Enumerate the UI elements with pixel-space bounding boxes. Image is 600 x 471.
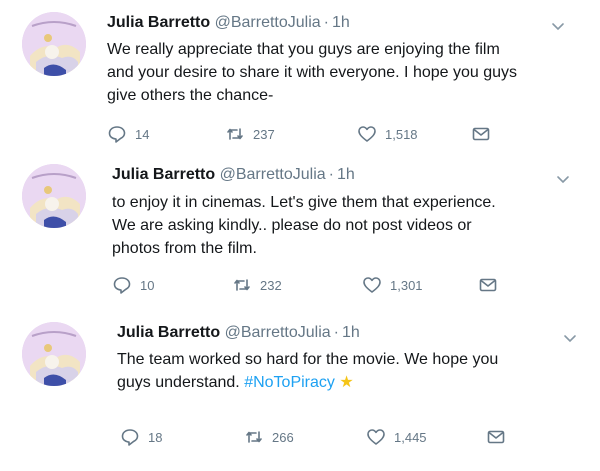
tweet-text: The team worked so hard for the movie. W… <box>117 348 567 394</box>
like-icon <box>366 427 394 447</box>
separator: · <box>323 14 329 31</box>
tweet-header: Julia Barretto @BarrettoJulia · 1h <box>107 14 350 32</box>
reply-icon <box>107 124 135 144</box>
retweet-button[interactable]: 237 <box>225 124 275 144</box>
tweet-actions: 14 237 1,518 <box>107 124 507 146</box>
tweet-text-line: give others the chance- <box>107 87 274 104</box>
tweet-text-line: We are asking kindly.. please do not pos… <box>112 217 472 234</box>
direct-message-icon <box>471 124 491 144</box>
tweet-header: Julia Barretto @BarrettoJulia · 1h <box>112 166 355 184</box>
like-count: 1,445 <box>394 429 427 445</box>
retweet-count: 237 <box>253 126 275 142</box>
tweet-3[interactable]: Julia Barretto @BarrettoJulia · 1h The tea… <box>0 312 600 471</box>
tweet-text-line: The team worked so hard for the movie. W… <box>117 351 499 368</box>
direct-message-button[interactable] <box>486 427 506 447</box>
reply-count: 18 <box>148 429 163 445</box>
reply-button[interactable]: 10 <box>112 275 154 295</box>
author-handle[interactable]: @BarrettoJulia <box>215 14 321 31</box>
tweet-header: Julia Barretto @BarrettoJulia · 1h <box>117 324 360 342</box>
avatar[interactable] <box>22 164 86 228</box>
chevron-down-icon[interactable] <box>555 171 571 187</box>
author-handle[interactable]: @BarrettoJulia <box>220 166 326 183</box>
author-name[interactable]: Julia Barretto <box>112 166 215 183</box>
reply-count: 10 <box>140 277 155 293</box>
retweet-count: 232 <box>260 277 282 293</box>
separator: · <box>328 166 334 183</box>
retweet-icon <box>244 427 272 447</box>
like-count: 1,518 <box>385 126 418 142</box>
star-emoji: ★ <box>339 374 354 391</box>
timestamp[interactable]: 1h <box>332 14 350 31</box>
like-button[interactable]: 1,445 <box>366 427 427 447</box>
direct-message-icon <box>478 275 498 295</box>
tweet-text-line: to enjoy it in cinemas. Let's give them … <box>112 194 496 211</box>
tweet-actions: 18 266 1,445 <box>120 427 520 449</box>
author-name[interactable]: Julia Barretto <box>107 14 210 31</box>
chevron-down-icon[interactable] <box>550 18 566 34</box>
reply-count: 14 <box>135 126 150 142</box>
avatar[interactable] <box>22 322 86 386</box>
reply-icon <box>120 427 148 447</box>
timestamp[interactable]: 1h <box>342 324 360 341</box>
tweet-text-segment: guys understand. <box>117 374 240 391</box>
like-count: 1,301 <box>390 277 423 293</box>
author-handle[interactable]: @BarrettoJulia <box>225 324 331 341</box>
reply-button[interactable]: 18 <box>120 427 162 447</box>
retweet-icon <box>232 275 260 295</box>
tweet-text-line: photos from the film. <box>112 240 257 257</box>
like-button[interactable]: 1,518 <box>357 124 418 144</box>
direct-message-icon <box>486 427 506 447</box>
tweet-2[interactable]: Julia Barretto @BarrettoJulia · 1h to enjo… <box>0 157 600 312</box>
separator: · <box>333 324 339 341</box>
tweet-text-line: We really appreciate that you guys are e… <box>107 41 500 58</box>
chevron-down-icon[interactable] <box>562 330 578 346</box>
tweet-actions: 10 232 1,301 <box>112 275 512 297</box>
reply-button[interactable]: 14 <box>107 124 149 144</box>
retweet-button[interactable]: 232 <box>232 275 282 295</box>
hashtag-link[interactable]: #NoToPiracy <box>244 374 335 391</box>
tweet-1[interactable]: Julia Barretto @BarrettoJulia · 1h We real… <box>0 0 600 157</box>
timestamp[interactable]: 1h <box>337 166 355 183</box>
tweet-text-line: guys understand. #NoToPiracy ★ <box>117 371 567 394</box>
like-icon <box>362 275 390 295</box>
direct-message-button[interactable] <box>478 275 498 295</box>
avatar[interactable] <box>22 12 86 76</box>
tweet-text-line: and your desire to share it with everyon… <box>107 64 518 81</box>
direct-message-button[interactable] <box>471 124 491 144</box>
reply-icon <box>112 275 140 295</box>
author-name[interactable]: Julia Barretto <box>117 324 220 341</box>
like-icon <box>357 124 385 144</box>
retweet-button[interactable]: 266 <box>244 427 294 447</box>
tweet-text: We really appreciate that you guys are e… <box>107 38 557 107</box>
retweet-count: 266 <box>272 429 294 445</box>
retweet-icon <box>225 124 253 144</box>
tweet-text: to enjoy it in cinemas. Let's give them … <box>112 191 562 260</box>
like-button[interactable]: 1,301 <box>362 275 423 295</box>
